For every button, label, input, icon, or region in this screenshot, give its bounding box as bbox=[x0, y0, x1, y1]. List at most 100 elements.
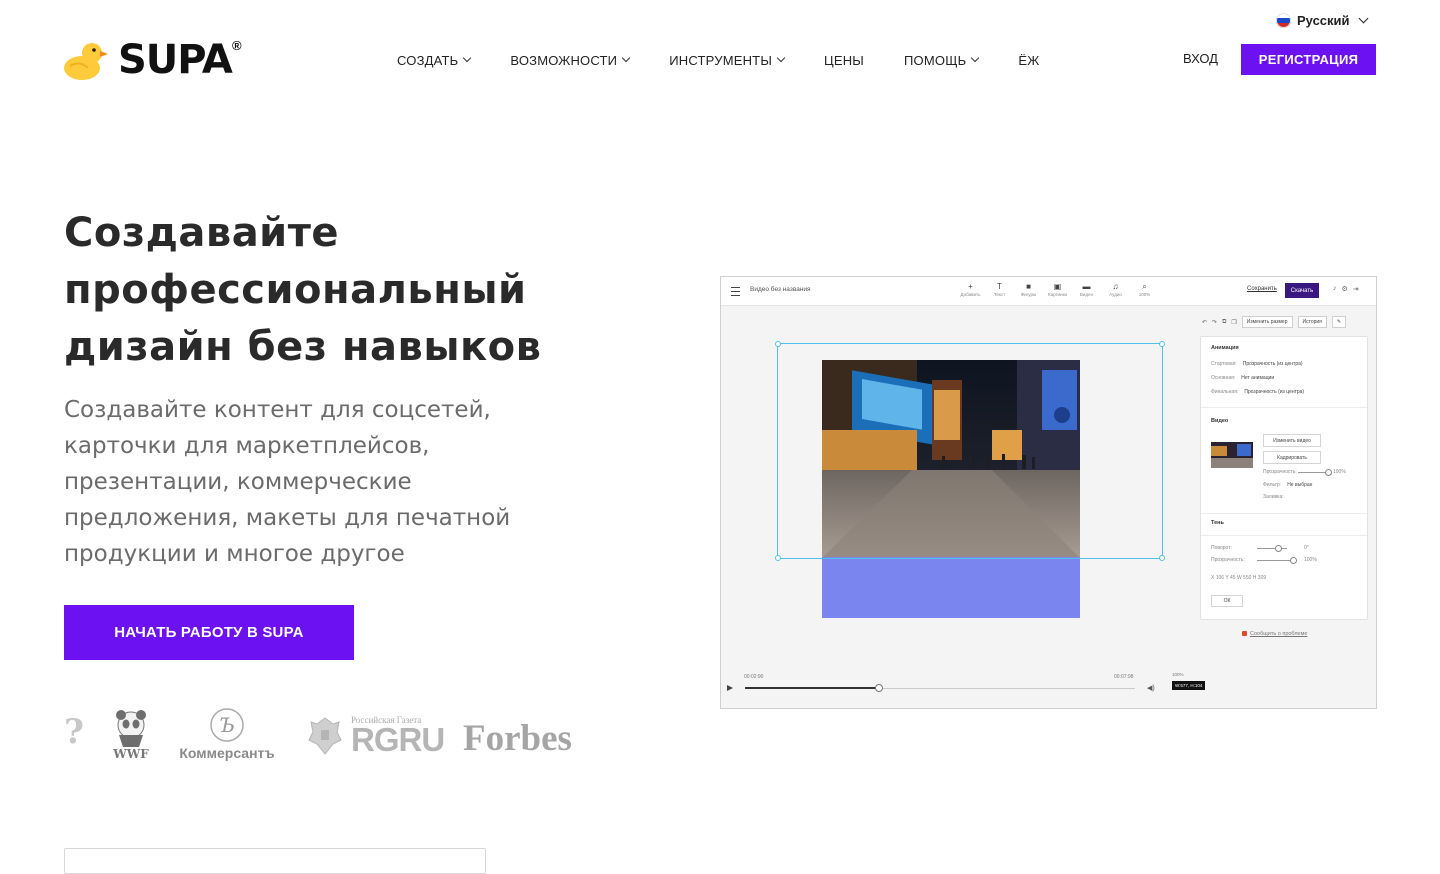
tool-audio[interactable]: ♫ Аудио bbox=[1101, 281, 1130, 297]
tool-video[interactable]: ▬ Видео bbox=[1072, 281, 1101, 297]
chevron-down-icon bbox=[971, 53, 980, 63]
image-icon: ▣ bbox=[1053, 282, 1062, 291]
tool-text[interactable]: T Текст bbox=[985, 281, 1014, 297]
copy-icon[interactable]: ⧉ bbox=[1222, 319, 1226, 326]
exit-icon[interactable]: ⇥ bbox=[1353, 285, 1359, 293]
rg-big-label: RGRU bbox=[351, 721, 445, 758]
svg-text:Ъ: Ъ bbox=[219, 713, 235, 737]
timeline: 00:02:90 00:07:98 ◀) 100% W:577, H:104 bbox=[721, 657, 1376, 708]
language-label: Русский bbox=[1297, 12, 1350, 28]
resize-handle[interactable] bbox=[775, 555, 781, 561]
anim-start-label: Стартовая: bbox=[1211, 361, 1237, 367]
register-button[interactable]: РЕГИСТРАЦИЯ bbox=[1241, 44, 1376, 75]
video-icon: ▬ bbox=[1082, 282, 1091, 291]
gear-icon[interactable]: ⚙ bbox=[1342, 285, 1348, 293]
wwf-label: WWF bbox=[113, 747, 149, 761]
resize-button[interactable]: Изменить размер bbox=[1241, 316, 1293, 328]
time-total: 00:07:98 bbox=[1114, 674, 1134, 680]
main-nav: СОЗДАТЬ ВОЗМОЖНОСТИ ИНСТРУМЕНТЫ ЦЕНЫ ПОМ… bbox=[397, 50, 1079, 70]
bell-icon[interactable]: ♪ bbox=[1333, 285, 1337, 293]
russia-flag-icon bbox=[1276, 12, 1291, 28]
opacity-label: Прозрачность: bbox=[1263, 469, 1297, 475]
resize-handle[interactable] bbox=[1159, 341, 1165, 347]
login-link[interactable]: ВХОД bbox=[1183, 51, 1218, 66]
ok-button[interactable]: ОК bbox=[1211, 595, 1243, 607]
tool-zoom-label: 100% bbox=[1138, 292, 1151, 297]
rotate-slider[interactable] bbox=[1257, 548, 1287, 549]
chevron-down-icon bbox=[621, 53, 631, 63]
video-section-title[interactable]: Видео bbox=[1211, 418, 1228, 424]
logo[interactable]: SUPA ® bbox=[62, 38, 242, 82]
opacity-slider-knob[interactable] bbox=[1325, 469, 1332, 476]
history-button[interactable]: История bbox=[1297, 316, 1327, 328]
fill-row[interactable]: Заливка: bbox=[1263, 494, 1284, 500]
menu-icon[interactable] bbox=[731, 287, 740, 296]
coat-of-arms-icon bbox=[308, 717, 342, 755]
opacity2-slider[interactable] bbox=[1257, 560, 1293, 561]
nav-hedgehog[interactable]: ЁЖ bbox=[1018, 53, 1039, 68]
timeline-progress bbox=[745, 687, 878, 689]
coords-row[interactable]: X 106 Y 45 W 550 H 309 bbox=[1211, 575, 1266, 581]
anim-end-row[interactable]: Финальная: Прозрачность (из центра) bbox=[1211, 389, 1304, 395]
chevron-down-icon bbox=[1358, 13, 1368, 23]
editor-save-link[interactable]: Сохранить bbox=[1247, 286, 1277, 292]
opacity-value: 100% bbox=[1333, 469, 1346, 475]
zoom-icon: ⌕ bbox=[1142, 282, 1147, 291]
start-button[interactable]: НАЧАТЬ РАБОТУ В SUPA bbox=[64, 605, 354, 660]
language-selector[interactable]: Русский bbox=[1276, 11, 1368, 29]
anim-main-value: Нет анимации bbox=[1241, 375, 1275, 381]
tool-shapes[interactable]: ■ Фигуры bbox=[1014, 281, 1043, 297]
filter-row[interactable]: Фильтр: Не выбран bbox=[1263, 482, 1312, 488]
anim-main-label: Основная: bbox=[1211, 375, 1236, 381]
resize-handle[interactable] bbox=[1159, 555, 1165, 561]
nav-prices[interactable]: ЦЕНЫ bbox=[824, 53, 864, 68]
anim-end-label: Финальная: bbox=[1211, 389, 1239, 395]
partial-press-logo: ? bbox=[64, 712, 84, 752]
animation-section-title[interactable]: Анимация bbox=[1211, 345, 1239, 351]
redo-icon[interactable]: ↷ bbox=[1212, 319, 1217, 326]
opacity-row: Прозрачность: bbox=[1263, 469, 1297, 475]
tool-add[interactable]: + Добавить bbox=[956, 281, 985, 297]
opacity-slider[interactable] bbox=[1298, 472, 1328, 473]
nav-prices-label: ЦЕНЫ bbox=[824, 52, 865, 68]
registered-mark: ® bbox=[232, 38, 242, 53]
thumbnail-image bbox=[1211, 442, 1253, 468]
tool-zoom[interactable]: ⌕ 100% bbox=[1130, 281, 1159, 297]
crop-button[interactable]: Кадрировать bbox=[1263, 451, 1321, 464]
divider bbox=[1201, 407, 1367, 408]
kommersant-label: Коммерсантъ bbox=[179, 745, 275, 761]
edit-icon[interactable]: ✎ bbox=[1331, 316, 1347, 328]
anim-start-value: Прозрачность (из центра) bbox=[1242, 361, 1303, 367]
editor-doc-title[interactable]: Видео без названия bbox=[750, 286, 811, 293]
music-icon: ♫ bbox=[1112, 282, 1119, 291]
selection-frame[interactable] bbox=[775, 341, 1165, 561]
resize-handle[interactable] bbox=[775, 341, 781, 347]
tool-text-label: Текст bbox=[993, 292, 1006, 297]
rotate-slider-knob[interactable] bbox=[1275, 545, 1282, 552]
text-icon: T bbox=[997, 282, 1002, 291]
layers-icon[interactable]: ❐ bbox=[1231, 319, 1236, 326]
report-problem-link[interactable]: Сообщить о проблеме bbox=[1242, 631, 1307, 637]
opacity2-slider-knob[interactable] bbox=[1290, 557, 1297, 564]
nav-help[interactable]: ПОМОЩЬ bbox=[904, 53, 980, 68]
anim-end-value: Прозрачность (из центра) bbox=[1244, 389, 1305, 395]
hero-subtitle: Создавайте контент для соцсетей, карточк… bbox=[64, 397, 511, 567]
rotate-value: 0° bbox=[1304, 545, 1309, 551]
play-icon[interactable] bbox=[727, 685, 733, 691]
tool-images[interactable]: ▣ Картинки bbox=[1043, 281, 1072, 297]
anim-main-row[interactable]: Основная: Нет анимации bbox=[1211, 375, 1274, 381]
nav-create[interactable]: СОЗДАТЬ bbox=[397, 53, 472, 68]
tool-images-label: Картинки bbox=[1047, 292, 1068, 297]
blue-shape[interactable] bbox=[822, 557, 1080, 618]
editor-download-button[interactable]: Скачать bbox=[1285, 283, 1319, 298]
shadow-section-title[interactable]: Тень bbox=[1211, 520, 1224, 526]
undo-icon[interactable]: ↶ bbox=[1202, 319, 1207, 326]
anim-start-row[interactable]: Стартовая: Прозрачность (из центра) bbox=[1211, 361, 1303, 367]
change-video-button[interactable]: Изменить видео bbox=[1263, 434, 1321, 447]
time-current: 00:02:90 bbox=[744, 674, 764, 680]
panel-header: ↶ ↷ ⧉ ❐ Изменить размер История ✎ bbox=[1202, 316, 1347, 328]
nav-tools[interactable]: ИНСТРУМЕНТЫ bbox=[669, 53, 786, 68]
nav-features[interactable]: ВОЗМОЖНОСТИ bbox=[510, 53, 631, 68]
volume-icon[interactable]: ◀) bbox=[1147, 684, 1155, 692]
timeline-knob[interactable] bbox=[875, 684, 883, 692]
